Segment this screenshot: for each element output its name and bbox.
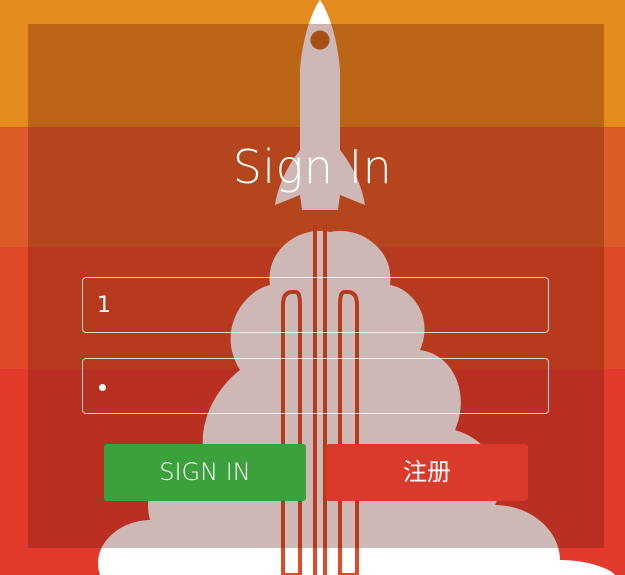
sign-in-button[interactable]: SIGN IN — [104, 444, 306, 501]
password-input[interactable] — [82, 358, 549, 414]
username-input[interactable]: 1 — [82, 277, 549, 333]
register-button[interactable]: 注册 — [326, 444, 528, 501]
login-page: Sign In 1 SIGN IN 注册 — [0, 0, 625, 575]
password-mask-dot — [99, 383, 106, 391]
page-title: Sign In — [232, 140, 393, 194]
username-value: 1 — [97, 293, 111, 318]
